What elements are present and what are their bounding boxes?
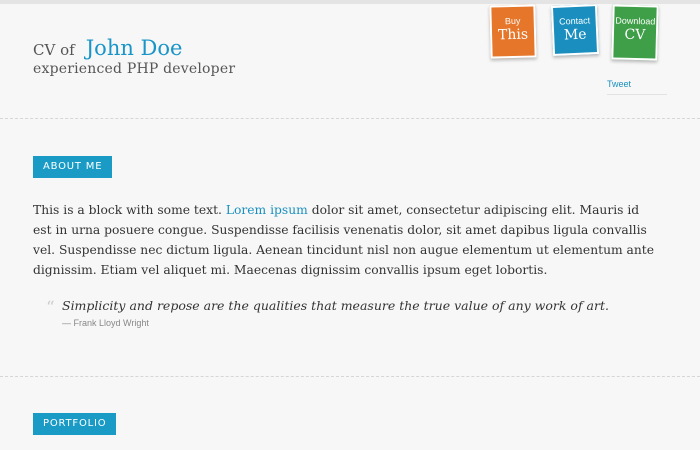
page-title: CV of John Doe	[33, 36, 182, 60]
title-prefix: CV of	[33, 41, 75, 59]
buy-big-label: This	[497, 26, 529, 44]
portfolio-label: PORTFOLIO	[33, 413, 117, 435]
header-divider	[0, 118, 700, 119]
owner-name: John Doe	[85, 36, 183, 60]
buy-this-button[interactable]: Buy This	[489, 4, 537, 59]
download-small-label: Download	[615, 15, 656, 27]
contact-big-label: Me	[563, 26, 587, 44]
quote-author: — Frank Lloyd Wright	[62, 318, 149, 328]
quote-text: Simplicity and repose are the qualities …	[62, 298, 609, 313]
lorem-ipsum-link[interactable]: Lorem ipsum	[226, 203, 308, 217]
about-paragraph: This is a block with some text. Lorem ip…	[33, 200, 658, 280]
quote-mark-icon: “	[46, 298, 55, 318]
section-divider	[0, 376, 700, 377]
page-subtitle: experienced PHP developer	[33, 61, 236, 77]
about-text-start: This is a block with some text.	[33, 203, 226, 217]
contact-me-button[interactable]: Contact Me	[550, 4, 600, 56]
tweet-link[interactable]: Tweet	[607, 79, 667, 95]
download-big-label: CV	[624, 26, 646, 44]
download-cv-button[interactable]: Download CV	[611, 4, 659, 61]
about-me-label: ABOUT ME	[33, 156, 113, 178]
